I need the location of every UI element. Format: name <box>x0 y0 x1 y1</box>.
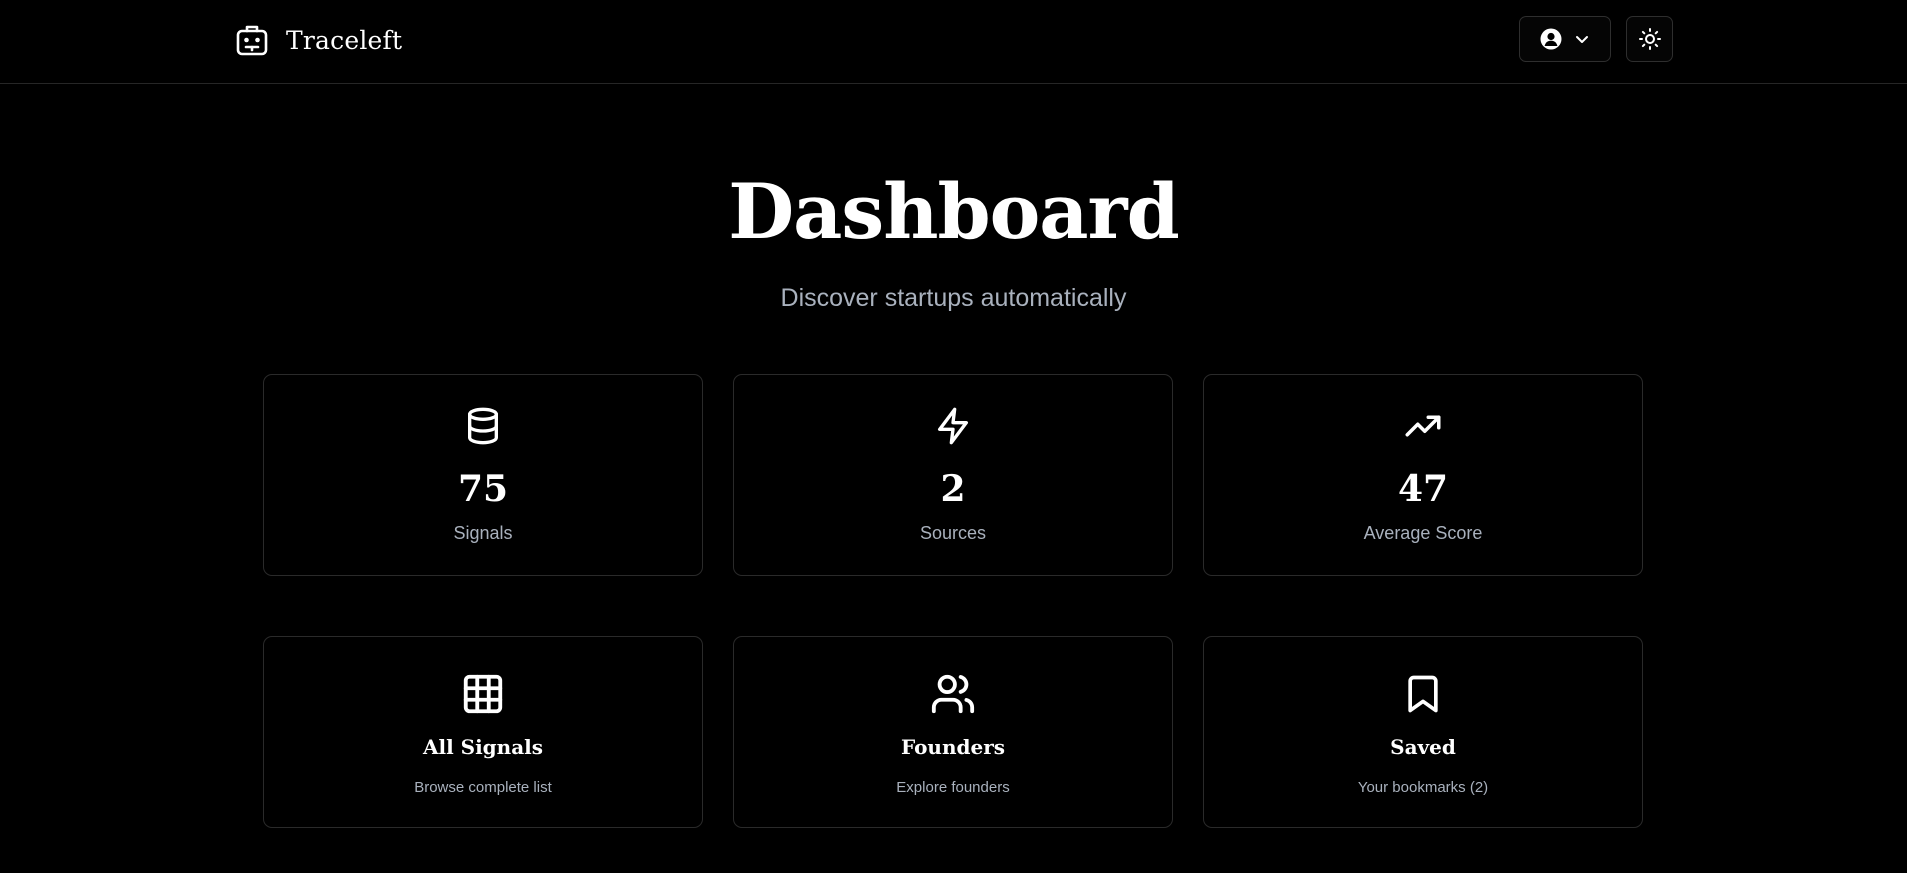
brand-logo[interactable]: Traceleft <box>234 20 402 60</box>
theme-toggle-button[interactable] <box>1626 16 1673 62</box>
stat-card-average-score: 47 Average Score <box>1203 374 1643 576</box>
stat-card-sources: 2 Sources <box>733 374 1173 576</box>
bookmark-icon <box>1408 675 1438 713</box>
brand-name: Traceleft <box>286 25 403 55</box>
stat-card-signals: 75 Signals <box>263 374 703 576</box>
nav-card-saved[interactable]: Saved Your bookmarks (2) <box>1203 636 1643 828</box>
zap-icon <box>938 407 968 445</box>
nav-card-description: Explore founders <box>896 779 1010 796</box>
page-subtitle: Discover startups automatically <box>780 284 1127 312</box>
nav-card-description: Your bookmarks (2) <box>1357 779 1489 796</box>
nav-card-title: Founders <box>900 735 1006 759</box>
stat-value: 2 <box>940 468 966 510</box>
sun-icon <box>1638 28 1661 50</box>
nav-card-founders[interactable]: Founders Explore founders <box>733 636 1173 828</box>
user-menu-button[interactable] <box>1519 16 1611 62</box>
nav-card-title: Saved <box>1390 735 1456 759</box>
stat-label: Average Score <box>1363 523 1483 543</box>
user-icon <box>1540 28 1562 50</box>
robot-icon <box>236 25 268 56</box>
stat-value: 47 <box>1397 468 1449 510</box>
grid-icon <box>463 674 503 714</box>
trending-up-icon <box>1405 415 1441 437</box>
stat-label: Signals <box>453 523 513 543</box>
database-icon <box>468 407 498 445</box>
nav-card-description: Browse complete list <box>414 779 552 796</box>
stat-value: 75 <box>457 468 509 510</box>
page-title: Dashboard <box>728 167 1179 256</box>
chevron-down-icon <box>1576 36 1588 43</box>
nav-card-title: All Signals <box>422 735 544 759</box>
top-header: Traceleft <box>0 0 1907 84</box>
users-icon <box>931 674 975 714</box>
nav-card-all-signals[interactable]: All Signals Browse complete list <box>263 636 703 828</box>
stat-label: Sources <box>919 523 987 543</box>
